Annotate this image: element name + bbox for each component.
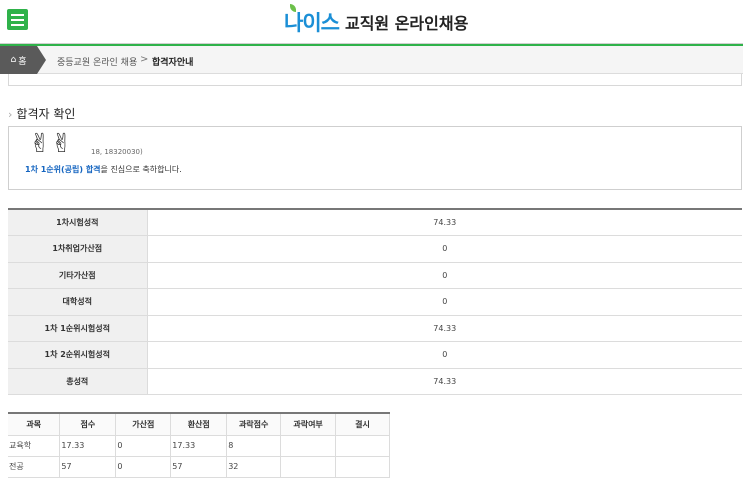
score-value: 0 bbox=[147, 235, 742, 263]
table-row: 1차 2순위시험성적 0 bbox=[8, 341, 742, 369]
subject-table: 과목 점수 가산점 환산점 과락점수 과락여부 결시 교육학 17.33 0 1… bbox=[8, 412, 390, 478]
pass-message: 1차 1순위(공립) 합격을 진심으로 축하합니다. bbox=[25, 164, 182, 175]
result-box: ✌ ✌ 18, 18320030) 1차 1순위(공립) 합격을 진심으로 축하… bbox=[8, 126, 742, 190]
score-label: 1차시험성적 bbox=[8, 209, 148, 236]
table-cell: 전공 bbox=[8, 455, 61, 478]
table-cell: 32 bbox=[226, 455, 282, 478]
top-box bbox=[8, 74, 742, 86]
column-header: 과락여부 bbox=[280, 413, 337, 436]
victory-hand-icon: ✌ bbox=[29, 129, 51, 159]
victory-hand-icon: ✌ bbox=[50, 129, 73, 159]
table-cell bbox=[280, 434, 337, 457]
score-label: 기타가산점 bbox=[8, 262, 148, 289]
table-row: 1차시험성적 74.33 bbox=[8, 209, 742, 236]
table-row: 1차 1순위시험성적 74.33 bbox=[8, 315, 742, 342]
score-label: 1차 2순위시험성적 bbox=[8, 341, 148, 369]
table-cell: 57 bbox=[59, 455, 117, 478]
score-value: 0 bbox=[147, 341, 742, 369]
table-cell bbox=[335, 434, 390, 457]
top-header: 나이스 교직원 온라인채용 bbox=[0, 0, 743, 44]
score-value: 74.33 bbox=[147, 368, 742, 395]
home-icon: ⌂ bbox=[10, 55, 17, 65]
table-cell: 17.33 bbox=[59, 434, 117, 457]
column-header: 과락점수 bbox=[226, 413, 282, 436]
neis-logo: 나이스 bbox=[284, 4, 340, 35]
site-logo[interactable]: 나이스 교직원 온라인채용 bbox=[284, 4, 469, 35]
table-row: 교육학 17.33 0 17.33 8 bbox=[8, 434, 390, 457]
score-label: 총성적 bbox=[8, 368, 148, 395]
column-header: 결시 bbox=[335, 413, 390, 436]
score-value: 0 bbox=[147, 262, 742, 289]
breadcrumb-home[interactable]: ⌂ 홈 bbox=[0, 46, 46, 74]
table-cell: 57 bbox=[170, 455, 228, 478]
table-cell: 0 bbox=[115, 455, 172, 478]
applicant-id: 18, 18320030) bbox=[91, 148, 143, 156]
pass-message-suffix: 을 진심으로 축하합니다. bbox=[100, 165, 182, 174]
table-cell: 8 bbox=[226, 434, 282, 457]
breadcrumb-current: 합격자안내 bbox=[152, 58, 194, 68]
section-title: › 합격자 확인 bbox=[8, 105, 75, 122]
breadcrumb: ⌂ 홈 중등교원 온라인 채용 > 합격자안내 bbox=[0, 46, 743, 74]
breadcrumb-home-label: 홈 bbox=[18, 56, 27, 67]
table-cell: 교육학 bbox=[8, 434, 61, 457]
table-cell: 17.33 bbox=[170, 434, 228, 457]
table-row: 총성적 74.33 bbox=[8, 368, 742, 395]
column-header: 과목 bbox=[8, 413, 61, 436]
score-value: 74.33 bbox=[147, 209, 742, 236]
table-row: 기타가산점 0 bbox=[8, 262, 742, 289]
site-title: 교직원 온라인채용 bbox=[344, 14, 469, 33]
score-label: 1차취업가산점 bbox=[8, 235, 148, 263]
column-header: 점수 bbox=[59, 413, 117, 436]
column-header: 가산점 bbox=[115, 413, 172, 436]
table-row: 전공 57 0 57 32 bbox=[8, 455, 390, 478]
table-row: 대학성적 0 bbox=[8, 288, 742, 316]
score-value: 0 bbox=[147, 288, 742, 316]
score-label: 대학성적 bbox=[8, 288, 148, 316]
table-cell bbox=[335, 455, 390, 478]
table-cell bbox=[280, 455, 337, 478]
table-header-row: 과목 점수 가산점 환산점 과락점수 과락여부 결시 bbox=[8, 413, 390, 436]
chevron-right-icon: › bbox=[8, 108, 13, 121]
score-label: 1차 1순위시험성적 bbox=[8, 315, 148, 342]
score-value: 74.33 bbox=[147, 315, 742, 342]
hamburger-menu-icon[interactable] bbox=[7, 9, 28, 30]
section-title-text: 합격자 확인 bbox=[16, 107, 76, 121]
breadcrumb-separator: > bbox=[140, 54, 149, 65]
pass-result: 1차 1순위(공립) 합격 bbox=[25, 165, 101, 174]
breadcrumb-level1[interactable]: 중등교원 온라인 채용 bbox=[57, 55, 137, 68]
column-header: 환산점 bbox=[170, 413, 228, 436]
table-row: 1차취업가산점 0 bbox=[8, 235, 742, 263]
table-cell: 0 bbox=[115, 434, 172, 457]
emoji-row: ✌ ✌ bbox=[29, 127, 73, 161]
score-table: 1차시험성적 74.33 1차취업가산점 0 기타가산점 0 대학성적 0 1차 1순위… bbox=[8, 208, 742, 395]
